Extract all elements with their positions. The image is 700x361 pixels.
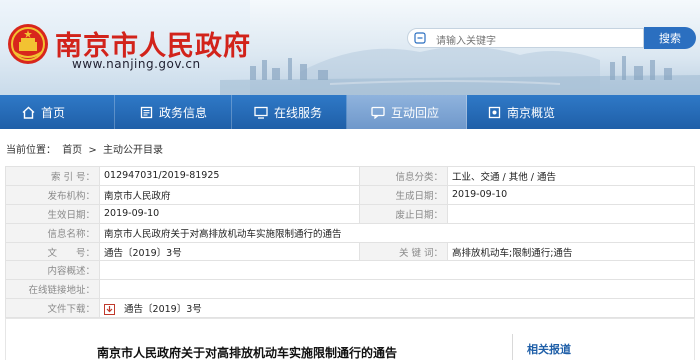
- category-label: 信息分类：: [359, 166, 448, 186]
- overview-icon: [488, 106, 501, 118]
- online-link-value[interactable]: [99, 279, 695, 300]
- national-emblem-logo: [8, 24, 48, 64]
- news-icon: [140, 106, 153, 118]
- breadcrumb-home-link[interactable]: 首页: [62, 145, 82, 156]
- nav-item-interaction[interactable]: 互动回应: [347, 95, 467, 129]
- table-row: 在线链接地址：: [5, 279, 695, 300]
- nav-item-home[interactable]: 首页: [0, 95, 115, 129]
- expired-date-value: [447, 203, 695, 224]
- info-name-label: 信息名称：: [5, 222, 100, 243]
- home-icon: [22, 106, 35, 119]
- publisher-label: 发布机构：: [5, 184, 100, 205]
- breadcrumb-prefix: 当前位置：: [6, 145, 56, 156]
- summary-value: [99, 260, 695, 281]
- content-divider: [512, 334, 513, 360]
- category-value: 工业、交通 / 其他 / 通告: [447, 166, 695, 186]
- document-title: 南京市人民政府关于对高排放机动车实施限制通行的通告: [97, 346, 398, 360]
- monitor-icon: [254, 106, 268, 119]
- index-value: 012947031/2019-81925: [99, 166, 360, 186]
- document-info-table: 索 引 号： 012947031/2019-81925 信息分类： 工业、交通 …: [5, 166, 695, 319]
- expired-date-label: 废止日期：: [359, 203, 448, 224]
- table-row: 文 号： 通告〔2019〕3号 关 键 词： 高排放机动车;限制通行;通告: [5, 241, 695, 262]
- table-row: 内容概述：: [5, 260, 695, 281]
- doc-number-value: 通告〔2019〕3号: [99, 241, 360, 262]
- keywords-label: 关 键 词：: [359, 241, 448, 262]
- summary-label: 内容概述：: [5, 260, 100, 281]
- site-url: www.nanjing.gov.cn: [72, 57, 201, 71]
- nav-item-online-service[interactable]: 在线服务: [232, 95, 347, 129]
- table-row: 文件下载： 通告〔2019〕3号: [5, 298, 695, 319]
- doc-number-label: 文 号：: [5, 241, 100, 262]
- index-label: 索 引 号：: [5, 166, 100, 186]
- nav-item-label: 政务信息: [159, 105, 208, 120]
- publisher-value: 南京市人民政府: [99, 184, 360, 205]
- table-row: 生效日期： 2019-09-10 废止日期：: [5, 203, 695, 224]
- download-link[interactable]: 通告〔2019〕3号: [124, 304, 202, 315]
- breadcrumb: 当前位置： 首页 > 主动公开目录: [6, 141, 166, 156]
- nav-item-label: 在线服务: [274, 105, 323, 120]
- nav-item-label: 互动回应: [391, 105, 440, 120]
- search-button[interactable]: 搜索: [644, 27, 696, 49]
- created-date-label: 生成日期：: [359, 184, 448, 205]
- related-reports-heading: 相关报道: [527, 343, 571, 356]
- breadcrumb-separator: >: [88, 145, 97, 156]
- chat-icon: [371, 106, 385, 119]
- table-row: 索 引 号： 012947031/2019-81925 信息分类： 工业、交通 …: [5, 166, 695, 186]
- nav-item-news[interactable]: 政务信息: [115, 95, 232, 129]
- online-link-label: 在线链接地址：: [5, 279, 100, 300]
- table-row: 信息名称： 南京市人民政府关于对高排放机动车实施限制通行的通告: [5, 222, 695, 243]
- search-icon: [414, 32, 426, 44]
- keywords-value: 高排放机动车;限制通行;通告: [447, 241, 695, 262]
- effective-date-value: 2019-09-10: [99, 203, 360, 224]
- table-row: 发布机构： 南京市人民政府 生成日期： 2019-09-10: [5, 184, 695, 205]
- search-box: [407, 28, 644, 51]
- download-icon[interactable]: [104, 304, 115, 316]
- main-nav: 首页 政务信息 在线服务 互动回应 南京概览: [0, 95, 700, 129]
- site-header: 南京市人民政府 www.nanjing.gov.cn 搜索: [0, 0, 700, 95]
- effective-date-label: 生效日期：: [5, 203, 100, 224]
- created-date-value: 2019-09-10: [447, 184, 695, 205]
- nav-item-label: 南京概览: [507, 105, 556, 120]
- nav-item-overview[interactable]: 南京概览: [467, 95, 600, 129]
- download-label: 文件下载：: [5, 298, 100, 319]
- info-name-value: 南京市人民政府关于对高排放机动车实施限制通行的通告: [99, 222, 695, 243]
- download-cell: 通告〔2019〕3号: [99, 298, 695, 319]
- search-input[interactable]: [408, 32, 643, 51]
- nav-item-label: 首页: [41, 105, 66, 120]
- breadcrumb-current[interactable]: 主动公开目录: [103, 145, 163, 156]
